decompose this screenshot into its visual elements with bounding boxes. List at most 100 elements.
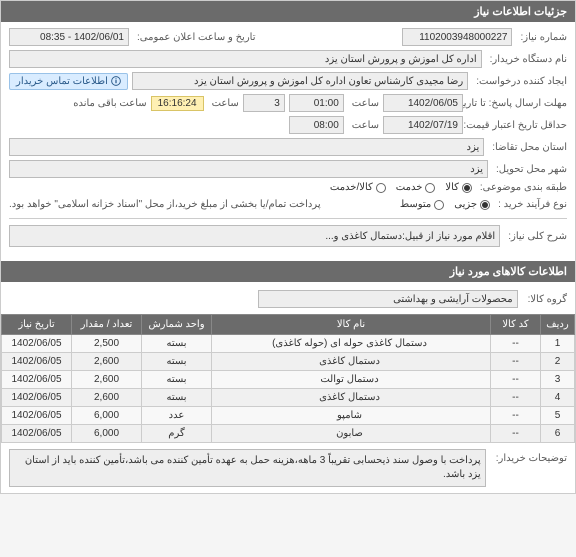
cell-qty: 2,500: [72, 335, 142, 353]
details-panel: جزئیات اطلاعات نیاز شماره نیاز: 11020039…: [0, 0, 576, 494]
radio-medium-label: متوسط: [400, 199, 431, 210]
radio-medium[interactable]: متوسط: [400, 199, 444, 210]
cell-name: دستمال کاغذی حوله ای (حوله کاغذی): [212, 335, 491, 353]
col-date: تاریخ نیاز: [2, 315, 72, 335]
table-row: 6--صابونگرم6,0001402/06/05: [2, 425, 575, 443]
validity-time: 08:00: [289, 116, 344, 134]
buyer-org-value: اداره کل اموزش و پرورش استان یزد: [9, 50, 482, 68]
need-number-label: شماره نیاز:: [516, 32, 567, 43]
cell-code: --: [491, 407, 541, 425]
table-header-row: ردیف کد کالا نام کالا واحد شمارش تعداد /…: [2, 315, 575, 335]
requester-value: رضا مجیدی کارشناس تعاون اداره کل اموزش و…: [132, 72, 468, 90]
province-value: یزد: [9, 138, 484, 156]
purchase-type-label: نوع فرآیند خرید :: [494, 199, 567, 210]
cell-date: 1402/06/05: [2, 353, 72, 371]
category-label: طبقه بندی موضوعی:: [476, 182, 567, 193]
cell-unit: بسته: [142, 335, 212, 353]
deadline-time: 01:00: [289, 94, 344, 112]
form-area: شماره نیاز: 1102003948000227 تاریخ و ساع…: [1, 22, 575, 257]
cell-name: صابون: [212, 425, 491, 443]
validity-time-word: ساعت: [348, 120, 379, 131]
col-unit: واحد شمارش: [142, 315, 212, 335]
cell-qty: 2,600: [72, 353, 142, 371]
col-name: نام کالا: [212, 315, 491, 335]
cell-name: دستمال کاغذی: [212, 353, 491, 371]
deadline-time-word: ساعت: [348, 98, 379, 109]
cell-qty: 2,600: [72, 389, 142, 407]
cell-name: شامپو: [212, 407, 491, 425]
cell-row: 4: [541, 389, 575, 407]
cell-row: 2: [541, 353, 575, 371]
cell-date: 1402/06/05: [2, 389, 72, 407]
table-row: 4--دستمال کاغذیبسته2,6001402/06/05: [2, 389, 575, 407]
deadline-date: 1402/06/05: [383, 94, 463, 112]
cell-unit: بسته: [142, 353, 212, 371]
validity-label: حداقل تاریخ اعتبار قیمت: تا تاریخ:: [467, 120, 567, 131]
cell-date: 1402/06/05: [2, 425, 72, 443]
radio-service[interactable]: خدمت: [396, 182, 436, 193]
radio-goods[interactable]: کالا: [445, 182, 472, 193]
general-desc-value: اقلام مورد نیاز از قبیل:دستمال کاغذی و..…: [9, 225, 500, 247]
cell-code: --: [491, 389, 541, 407]
cell-date: 1402/06/05: [2, 407, 72, 425]
cell-row: 5: [541, 407, 575, 425]
buyer-org-label: نام دستگاه خریدار:: [486, 54, 567, 65]
col-code: کد کالا: [491, 315, 541, 335]
cell-code: --: [491, 353, 541, 371]
separator: [9, 218, 567, 219]
cell-unit: گرم: [142, 425, 212, 443]
cell-code: --: [491, 425, 541, 443]
payment-note: پرداخت تمام/یا بخشی از مبلغ خرید،از محل …: [9, 197, 321, 212]
cell-date: 1402/06/05: [2, 335, 72, 353]
cell-code: --: [491, 371, 541, 389]
cell-unit: بسته: [142, 371, 212, 389]
cell-row: 1: [541, 335, 575, 353]
radio-goods-label: کالا: [445, 182, 459, 193]
radio-small[interactable]: جزیی: [454, 199, 490, 210]
buyer-notes-label: توضیحات خریدار:: [492, 449, 567, 464]
purchase-type-radio-group: جزیی متوسط: [400, 199, 490, 210]
col-qty: تعداد / مقدار: [72, 315, 142, 335]
table-row: 1--دستمال کاغذی حوله ای (حوله کاغذی)بسته…: [2, 335, 575, 353]
requester-label: ایجاد کننده درخواست:: [472, 76, 567, 87]
public-datetime-label: تاریخ و ساعت اعلان عمومی:: [133, 32, 256, 43]
goods-group-value: محصولات آرایشی و بهداشتی: [258, 290, 518, 308]
category-radio-group: کالا خدمت کالا/خدمت: [330, 182, 472, 193]
cell-unit: عدد: [142, 407, 212, 425]
cell-name: دستمال کاغذی: [212, 389, 491, 407]
cell-row: 3: [541, 371, 575, 389]
remaining-time-badge: 16:16:24: [151, 96, 204, 111]
cell-date: 1402/06/05: [2, 371, 72, 389]
deadline-time-word-2: ساعت: [208, 98, 239, 109]
radio-small-label: جزیی: [454, 199, 477, 210]
deadline-days: 3: [243, 94, 285, 112]
province-label: استان محل تقاضا:: [488, 142, 567, 153]
cell-unit: بسته: [142, 389, 212, 407]
buyer-contact-chip-label: اطلاعات تماس خریدار: [16, 76, 108, 87]
items-table: ردیف کد کالا نام کالا واحد شمارش تعداد /…: [1, 314, 575, 443]
radio-goods-service[interactable]: کالا/خدمت: [330, 182, 386, 193]
public-datetime-value: 1402/06/01 - 08:35: [9, 28, 129, 46]
general-desc-label: شرح کلی نیاز:: [504, 231, 567, 242]
info-icon: [111, 76, 121, 86]
cell-row: 6: [541, 425, 575, 443]
radio-service-label: خدمت: [396, 182, 423, 193]
cell-qty: 6,000: [72, 425, 142, 443]
cell-code: --: [491, 335, 541, 353]
city-value: یزد: [9, 160, 488, 178]
table-row: 3--دستمال توالتبسته2,6001402/06/05: [2, 371, 575, 389]
need-number-value: 1102003948000227: [402, 28, 512, 46]
cell-qty: 2,600: [72, 371, 142, 389]
items-section-title: اطلاعات کالاهای مورد نیاز: [1, 261, 575, 282]
col-row: ردیف: [541, 315, 575, 335]
goods-group-label: گروه کالا:: [524, 294, 567, 305]
buyer-notes-value: پرداخت با وصول سند ذیحسابی تقریباً 3 ماه…: [9, 449, 486, 487]
buyer-contact-chip[interactable]: اطلاعات تماس خریدار: [9, 73, 128, 90]
cell-qty: 6,000: [72, 407, 142, 425]
table-row: 5--شامپوعدد6,0001402/06/05: [2, 407, 575, 425]
remaining-label: ساعت باقی مانده: [69, 98, 146, 109]
deadline-label: مهلت ارسال پاسخ: تا تاریخ:: [467, 98, 567, 109]
city-label: شهر محل تحویل:: [492, 164, 567, 175]
cell-name: دستمال توالت: [212, 371, 491, 389]
radio-goods-service-label: کالا/خدمت: [330, 182, 373, 193]
